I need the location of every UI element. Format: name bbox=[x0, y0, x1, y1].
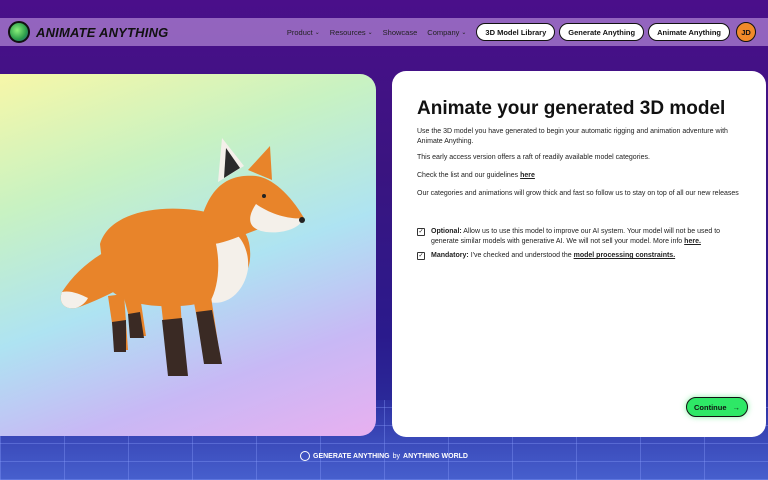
chevron-down-icon: ⌄ bbox=[314, 29, 320, 36]
model-preview[interactable] bbox=[0, 74, 376, 436]
guidelines-link[interactable]: here bbox=[520, 172, 535, 179]
mandatory-checkbox[interactable]: ✓ bbox=[417, 252, 425, 260]
arrow-right-icon: → bbox=[732, 402, 741, 412]
brand-logo[interactable]: ANIMATE ANYTHING bbox=[8, 21, 168, 43]
footer-brand[interactable]: GENERATE ANYTHING bbox=[313, 453, 390, 460]
optional-checkbox[interactable]: ✓ bbox=[417, 228, 425, 236]
mandatory-consent-row: ✓ Mandatory: I've checked and understood… bbox=[417, 251, 747, 261]
guidelines-paragraph: Check the list and our guidelines here bbox=[417, 172, 535, 179]
chevron-down-icon: ⌄ bbox=[461, 29, 467, 36]
animate-anything-button[interactable]: Animate Anything bbox=[648, 23, 730, 41]
page-title: Animate your generated 3D model bbox=[417, 98, 726, 119]
user-avatar[interactable]: JD bbox=[736, 22, 756, 42]
optional-consent-row: ✓ Optional: Allow us to use this model t… bbox=[417, 227, 747, 247]
generate-anything-logo-icon bbox=[300, 451, 310, 461]
chevron-down-icon: ⌄ bbox=[367, 29, 373, 36]
optional-more-info-link[interactable]: here. bbox=[684, 238, 701, 245]
optional-label: Optional: bbox=[431, 228, 462, 235]
generate-anything-button[interactable]: Generate Anything bbox=[559, 23, 645, 41]
footer: GENERATE ANYTHING by ANYTHING WORLD bbox=[0, 451, 768, 461]
footer-by: by bbox=[392, 452, 401, 460]
nav-product[interactable]: Product ⌄ bbox=[287, 28, 320, 37]
info-panel: Animate your generated 3D model Use the … bbox=[392, 71, 766, 437]
footer-company[interactable]: ANYTHING WORLD bbox=[403, 453, 468, 460]
continue-button[interactable]: Continue → bbox=[686, 397, 748, 417]
globe-logo-icon bbox=[8, 21, 30, 43]
nav-resources[interactable]: Resources ⌄ bbox=[330, 28, 373, 37]
nav-company[interactable]: Company ⌄ bbox=[427, 28, 466, 37]
categories-paragraph: Our categories and animations will grow … bbox=[417, 190, 739, 197]
fox-model-image bbox=[60, 138, 305, 376]
nav-showcase[interactable]: Showcase bbox=[383, 28, 418, 37]
nav-links: Product ⌄ Resources ⌄ Showcase Company ⌄ 3D… bbox=[287, 22, 764, 42]
brand-name: ANIMATE ANYTHING bbox=[36, 24, 169, 40]
optional-text: Allow us to use this model to improve ou… bbox=[431, 228, 721, 245]
constraints-link[interactable]: model processing constraints. bbox=[574, 252, 676, 259]
mandatory-text: I've checked and understood the bbox=[470, 252, 572, 259]
early-access-paragraph: This early access version offers a raft … bbox=[417, 154, 650, 161]
model-library-button[interactable]: 3D Model Library bbox=[476, 23, 556, 41]
top-navbar: ANIMATE ANYTHING Product ⌄ Resources ⌄ Sho… bbox=[0, 18, 768, 46]
mandatory-label: Mandatory: bbox=[431, 252, 469, 259]
intro-paragraph: Use the 3D model you have generated to b… bbox=[417, 128, 728, 145]
